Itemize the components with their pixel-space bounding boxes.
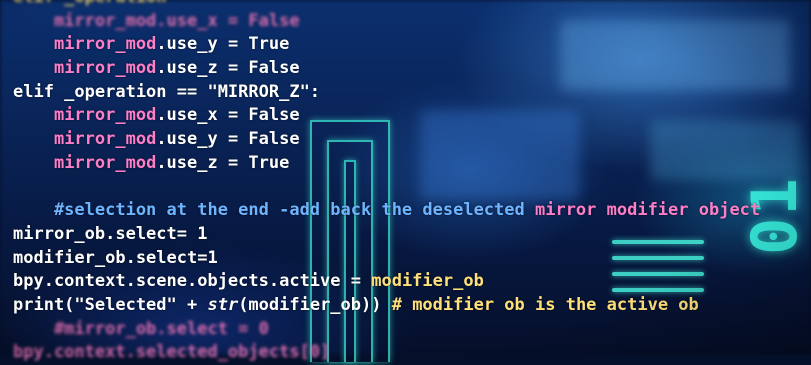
code-token: mirror_mod xyxy=(53,58,157,79)
code-line: bpy.context.scene.objects.active = modif… xyxy=(13,270,760,294)
code-token: (modifier_ob)) xyxy=(238,294,392,315)
code-token: mirror modifier object xyxy=(534,200,761,221)
code-token: str xyxy=(207,294,239,315)
code-token: .use_z = True xyxy=(156,152,290,173)
code-token: .use_y = False xyxy=(156,129,300,150)
code-token: #selection at the end -add back the dese… xyxy=(13,200,535,221)
code-line: mirror_mod.use_y = False xyxy=(13,128,760,152)
code-token: .use_z = False xyxy=(156,58,300,79)
code-line: mirror_mod.use_x = False xyxy=(13,104,760,128)
code-line: mirror_ob.select= 1 xyxy=(13,223,760,247)
code-token: print("Selected" + xyxy=(13,294,208,315)
code-token: mirror_mod.use_x = False xyxy=(13,10,300,31)
code-token: bpy.context.selected_objects[0] xyxy=(13,342,331,363)
code-token: mirror_mod xyxy=(53,34,157,55)
code-token: mirror_mod xyxy=(53,129,157,150)
code-line: elif _operation xyxy=(13,0,760,10)
code-line: mirror_mod.use_z = True xyxy=(13,152,760,176)
code-token: mirror_ob.select= 1 xyxy=(13,223,208,244)
code-token: .use_y = True xyxy=(156,34,290,55)
code-line: print("Selected" + str(modifier_ob)) # m… xyxy=(13,294,760,318)
code-token: mirror_mod xyxy=(53,105,157,126)
code-token: elif _operation xyxy=(13,0,167,7)
code-token: .use_x = False xyxy=(156,105,300,126)
code-line: modifier_ob.select=1 xyxy=(13,247,760,271)
code-line: mirror_mod.use_y = True xyxy=(13,33,760,57)
code-token: #mirror_ob.select = 0 xyxy=(13,318,269,339)
code-token: modifier_ob xyxy=(371,271,484,292)
code-token: mirror_mod xyxy=(53,152,157,173)
code-line: mirror_mod.use_x = False xyxy=(13,10,760,34)
code-token: elif _operation == "MIRROR_Z": xyxy=(13,81,321,102)
code-token: bpy.context.scene.objects.active = xyxy=(13,271,372,292)
code-token: # modifier ob is the active ob xyxy=(391,294,699,315)
code-token: modifier_ob.select=1 xyxy=(13,247,218,268)
code-line: bpy.context.selected_objects[0] xyxy=(13,341,760,365)
code-line: mirror_mod.use_z = False xyxy=(13,57,760,81)
code-line: elif _operation == "MIRROR_Z": xyxy=(13,81,760,105)
code-line: #mirror_ob.select = 0 xyxy=(13,318,760,342)
code-line: #selection at the end -add back the dese… xyxy=(13,199,760,223)
code-block: elif _operation mirror_mod.use_x = False… xyxy=(13,0,760,365)
